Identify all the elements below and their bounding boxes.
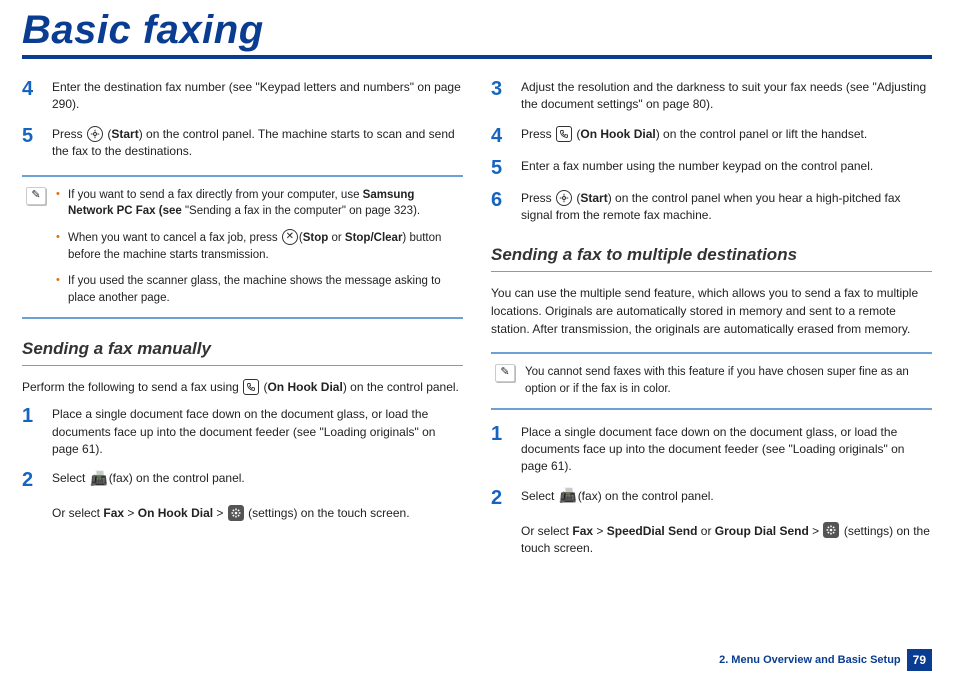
text: Press (52, 127, 86, 141)
bold: Stop/Clear (345, 232, 403, 244)
step-4: 4 Enter the destination fax number (see … (22, 79, 463, 114)
step-r6: 6 Press (Start) on the control panel whe… (491, 190, 932, 225)
text: Perform the following to send a fax usin… (22, 380, 242, 394)
bold: Group Dial Send (715, 524, 809, 538)
right-column: 3 Adjust the resolution and the darkness… (491, 79, 932, 569)
content-columns: 4 Enter the destination fax number (see … (22, 79, 932, 569)
text: Press (521, 127, 555, 141)
step-body: Select 📠(fax) on the control panel. Or s… (521, 488, 932, 558)
step-d1: 1 Place a single document face down on t… (491, 424, 932, 476)
text: "Sending a fax in the computer" on page … (185, 205, 420, 217)
step-number: 1 (491, 424, 509, 476)
text: (fax) on the control panel. (109, 471, 245, 485)
bold: SpeedDial Send (607, 524, 698, 538)
text: Select (52, 471, 89, 485)
bold: On Hook Dial (138, 506, 213, 520)
settings-icon (228, 505, 244, 521)
left-column: 4 Enter the destination fax number (see … (22, 79, 463, 569)
step-number: 3 (491, 79, 509, 114)
step-body: Enter a fax number using the number keyp… (521, 158, 932, 178)
note-item: You cannot send faxes with this feature … (525, 364, 924, 397)
text: ) on the control panel when you hear a h… (521, 191, 901, 222)
step-number: 4 (22, 79, 40, 114)
step-body: Select 📠(fax) on the control panel. Or s… (52, 470, 463, 522)
chapter-label: 2. Menu Overview and Basic Setup (719, 654, 901, 666)
fax-icon: 📠 (90, 471, 108, 485)
step-m2: 2 Select 📠(fax) on the control panel. Or… (22, 470, 463, 522)
paragraph: Perform the following to send a fax usin… (22, 378, 463, 396)
step-number: 2 (491, 488, 509, 558)
note-item: If you want to send a fax directly from … (56, 187, 455, 220)
bold: On Hook Dial (580, 127, 655, 141)
start-icon (87, 126, 103, 142)
step-number: 4 (491, 126, 509, 146)
text: ) on the control panel. (343, 380, 459, 394)
step-body: Place a single document face down on the… (521, 424, 932, 476)
step-r4: 4 Press (On Hook Dial) on the control pa… (491, 126, 932, 146)
note-item: If you used the scanner glass, the machi… (56, 273, 455, 306)
step-number: 1 (22, 406, 40, 458)
page-footer: 2. Menu Overview and Basic Setup 79 (719, 649, 932, 671)
text: Select (521, 489, 558, 503)
note-box: ✎ If you want to send a fax directly fro… (22, 175, 463, 319)
subhead-manual: Sending a fax manually (22, 337, 463, 367)
step-body: Press (Start) on the control panel when … (521, 190, 932, 225)
text: ) on the control panel or lift the hands… (656, 127, 867, 141)
step-body: Place a single document face down on the… (52, 406, 463, 458)
pencil-icon: ✎ (495, 364, 515, 382)
step-m1: 1 Place a single document face down on t… (22, 406, 463, 458)
text: (fax) on the control panel. (578, 489, 714, 503)
note-item: When you want to cancel a fax job, press… (56, 230, 455, 263)
note-box: ✎ You cannot send faxes with this featur… (491, 352, 932, 409)
text: Or select (521, 524, 572, 538)
start-icon (556, 190, 572, 206)
bold: Stop (303, 232, 329, 244)
text: When you want to cancel a fax job, press (68, 232, 281, 244)
page-number: 79 (907, 649, 932, 671)
subhead-multi: Sending a fax to multiple destinations (491, 243, 932, 273)
text: Or select (52, 506, 103, 520)
step-r5: 5 Enter a fax number using the number ke… (491, 158, 932, 178)
step-r3: 3 Adjust the resolution and the darkness… (491, 79, 932, 114)
phone-icon (556, 126, 572, 142)
text: If you want to send a fax directly from … (68, 189, 363, 201)
step-number: 6 (491, 190, 509, 225)
step-number: 5 (22, 126, 40, 161)
bold: Start (111, 127, 138, 141)
pencil-icon: ✎ (26, 187, 46, 205)
phone-icon (243, 379, 259, 395)
step-number: 2 (22, 470, 40, 522)
bold: Fax (103, 506, 124, 520)
step-body: Press (Start) on the control panel. The … (52, 126, 463, 161)
step-body: Press (On Hook Dial) on the control pane… (521, 126, 932, 146)
stop-icon: ✕ (282, 229, 298, 245)
page-title: Basic faxing (22, 8, 932, 59)
step-body: Enter the destination fax number (see "K… (52, 79, 463, 114)
step-number: 5 (491, 158, 509, 178)
step-5: 5 Press (Start) on the control panel. Th… (22, 126, 463, 161)
text: Press (521, 191, 555, 205)
text: or (697, 524, 714, 538)
text: (settings) on the touch screen. (248, 506, 409, 520)
bold: On Hook Dial (267, 380, 342, 394)
bold: Start (580, 191, 607, 205)
paragraph: You can use the multiple send feature, w… (491, 284, 932, 338)
bold: Fax (572, 524, 593, 538)
step-d2: 2 Select 📠(fax) on the control panel. Or… (491, 488, 932, 558)
fax-icon: 📠 (559, 489, 577, 503)
settings-icon (823, 522, 839, 538)
step-body: Adjust the resolution and the darkness t… (521, 79, 932, 114)
text: or (328, 232, 345, 244)
